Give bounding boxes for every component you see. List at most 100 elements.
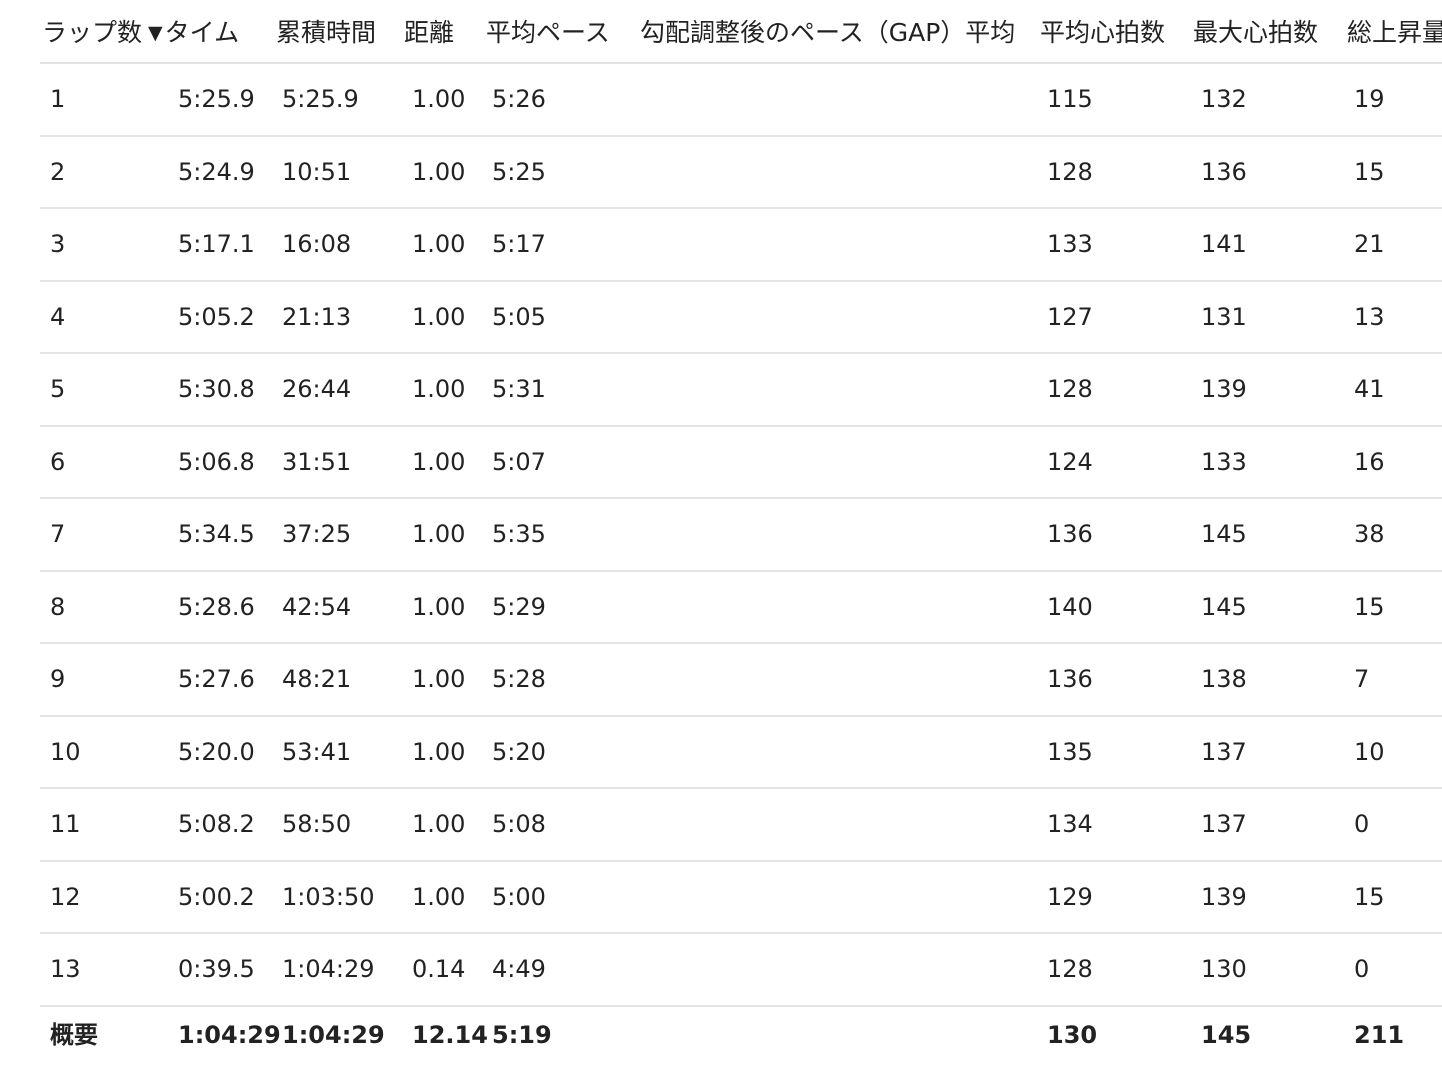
cell-lap: 5 <box>50 375 66 403</box>
cell-avg-pace: 5:07 <box>492 447 546 476</box>
cell-time: 5:34.5 <box>178 520 255 548</box>
cell-time: 5:17.1 <box>178 230 255 258</box>
table-row[interactable]: 5 5:30.8 26:44 1.00 5:31 128 139 41 <box>40 354 1442 427</box>
cell-time: 5:25.9 <box>178 85 255 113</box>
cell-time: 5:20.0 <box>178 737 255 766</box>
laps-table: ラップ数 ▼タイム 累積時間 距離 平均ペース 勾配調整後のペース（GAP）平均… <box>40 0 1442 1081</box>
cell-cumulative: 1:03:50 <box>282 882 375 911</box>
table-row[interactable]: 4 5:05.2 21:13 1.00 5:05 127 131 13 <box>40 282 1442 354</box>
summary-avg-pace: 5:19 <box>492 1021 552 1049</box>
table-row[interactable]: 10 5:20.0 53:41 1.00 5:20 135 137 10 <box>40 717 1442 789</box>
cell-cumulative: 21:13 <box>282 302 352 331</box>
cell-cumulative: 1:04:29 <box>282 955 375 983</box>
summary-time: 1:04:29 <box>178 1021 281 1049</box>
cell-avg-pace: 5:29 <box>492 592 546 621</box>
cell-cumulative: 10:51 <box>282 157 352 186</box>
cell-avg-hr: 128 <box>1047 375 1093 403</box>
cell-cumulative: 42:54 <box>282 592 352 621</box>
cell-avg-pace: 5:31 <box>492 375 546 403</box>
table-row[interactable]: 6 5:06.8 31:51 1.00 5:07 124 133 16 <box>40 427 1442 499</box>
cell-max-hr: 145 <box>1201 592 1247 621</box>
header-avg-hr[interactable]: 平均心拍数 <box>1040 14 1165 52</box>
cell-lap: 4 <box>50 302 66 331</box>
cell-lap: 11 <box>50 810 81 838</box>
table-row[interactable]: 1 5:25.9 5:25.9 1.00 5:26 115 132 19 <box>40 64 1442 137</box>
cell-cumulative: 53:41 <box>282 737 352 766</box>
cell-distance: 1.00 <box>412 882 466 911</box>
cell-elevation: 0 <box>1354 955 1370 983</box>
cell-avg-hr: 129 <box>1047 882 1093 911</box>
cell-avg-pace: 5:35 <box>492 520 546 548</box>
cell-lap: 8 <box>50 592 66 621</box>
cell-elevation: 16 <box>1354 447 1385 476</box>
cell-max-hr: 141 <box>1201 230 1247 258</box>
cell-time: 5:27.6 <box>178 665 255 693</box>
table-row[interactable]: 8 5:28.6 42:54 1.00 5:29 140 145 15 <box>40 572 1442 644</box>
header-time[interactable]: ▼タイム <box>148 14 239 54</box>
cell-time: 5:28.6 <box>178 592 255 621</box>
cell-lap: 13 <box>50 955 81 983</box>
cell-cumulative: 58:50 <box>282 810 352 838</box>
cell-cumulative: 26:44 <box>282 375 352 403</box>
cell-max-hr: 132 <box>1201 85 1247 113</box>
table-row[interactable]: 3 5:17.1 16:08 1.00 5:17 133 141 21 <box>40 209 1442 282</box>
cell-avg-hr: 136 <box>1047 520 1093 548</box>
summary-label: 概要 <box>50 1021 98 1049</box>
cell-lap: 3 <box>50 230 66 258</box>
header-lap[interactable]: ラップ数 <box>42 14 142 52</box>
table-row[interactable]: 13 0:39.5 1:04:29 0.14 4:49 128 130 0 <box>40 934 1442 1007</box>
cell-elevation: 19 <box>1354 85 1385 113</box>
cell-elevation: 38 <box>1354 520 1385 548</box>
cell-max-hr: 139 <box>1201 375 1247 403</box>
summary-distance: 12.14 <box>412 1021 488 1049</box>
cell-elevation: 15 <box>1354 592 1385 621</box>
cell-max-hr: 137 <box>1201 810 1247 838</box>
table-row[interactable]: 12 5:00.2 1:03:50 1.00 5:00 129 139 15 <box>40 862 1442 934</box>
cell-time: 5:08.2 <box>178 810 255 838</box>
cell-distance: 1.00 <box>412 375 466 403</box>
cell-max-hr: 137 <box>1201 737 1247 766</box>
cell-time: 0:39.5 <box>178 955 255 983</box>
cell-lap: 9 <box>50 665 66 693</box>
cell-elevation: 41 <box>1354 375 1385 403</box>
cell-distance: 1.00 <box>412 665 466 693</box>
cell-lap: 2 <box>50 157 66 186</box>
cell-max-hr: 131 <box>1201 302 1247 331</box>
cell-distance: 1.00 <box>412 447 466 476</box>
cell-avg-hr: 128 <box>1047 955 1093 983</box>
cell-avg-hr: 136 <box>1047 665 1093 693</box>
header-distance[interactable]: 距離 <box>404 14 454 52</box>
cell-max-hr: 138 <box>1201 665 1247 693</box>
table-row[interactable]: 2 5:24.9 10:51 1.00 5:25 128 136 15 <box>40 137 1442 209</box>
cell-time: 5:24.9 <box>178 157 255 186</box>
cell-time: 5:30.8 <box>178 375 255 403</box>
table-row[interactable]: 11 5:08.2 58:50 1.00 5:08 134 137 0 <box>40 789 1442 862</box>
cell-max-hr: 145 <box>1201 520 1247 548</box>
cell-avg-pace: 4:49 <box>492 955 546 983</box>
table-row[interactable]: 7 5:34.5 37:25 1.00 5:35 136 145 38 <box>40 499 1442 572</box>
cell-cumulative: 16:08 <box>282 230 352 258</box>
cell-elevation: 15 <box>1354 882 1385 911</box>
header-cumulative-time[interactable]: 累積時間 <box>276 14 376 52</box>
cell-avg-pace: 5:25 <box>492 157 546 186</box>
cell-avg-hr: 133 <box>1047 230 1093 258</box>
header-max-hr[interactable]: 最大心拍数 <box>1193 14 1318 52</box>
cell-avg-pace: 5:28 <box>492 665 546 693</box>
cell-distance: 1.00 <box>412 157 466 186</box>
cell-cumulative: 48:21 <box>282 665 352 693</box>
cell-distance: 1.00 <box>412 302 466 331</box>
cell-distance: 0.14 <box>412 955 466 983</box>
table-row[interactable]: 9 5:27.6 48:21 1.00 5:28 136 138 7 <box>40 644 1442 717</box>
cell-distance: 1.00 <box>412 520 466 548</box>
header-elevation[interactable]: 総上昇量 <box>1347 14 1442 52</box>
cell-avg-pace: 5:05 <box>492 302 546 331</box>
cell-max-hr: 130 <box>1201 955 1247 983</box>
summary-max-hr: 145 <box>1201 1021 1252 1049</box>
cell-distance: 1.00 <box>412 592 466 621</box>
header-gap[interactable]: 勾配調整後のペース（GAP）平均 <box>640 14 1015 52</box>
cell-avg-pace: 5:20 <box>492 737 546 766</box>
sort-descending-icon: ▼ <box>148 22 163 44</box>
summary-row: 概要 1:04:29 1:04:29 12.14 5:19 130 145 21… <box>40 1004 1442 1066</box>
cell-max-hr: 136 <box>1201 157 1247 186</box>
header-avg-pace[interactable]: 平均ペース <box>486 14 610 52</box>
